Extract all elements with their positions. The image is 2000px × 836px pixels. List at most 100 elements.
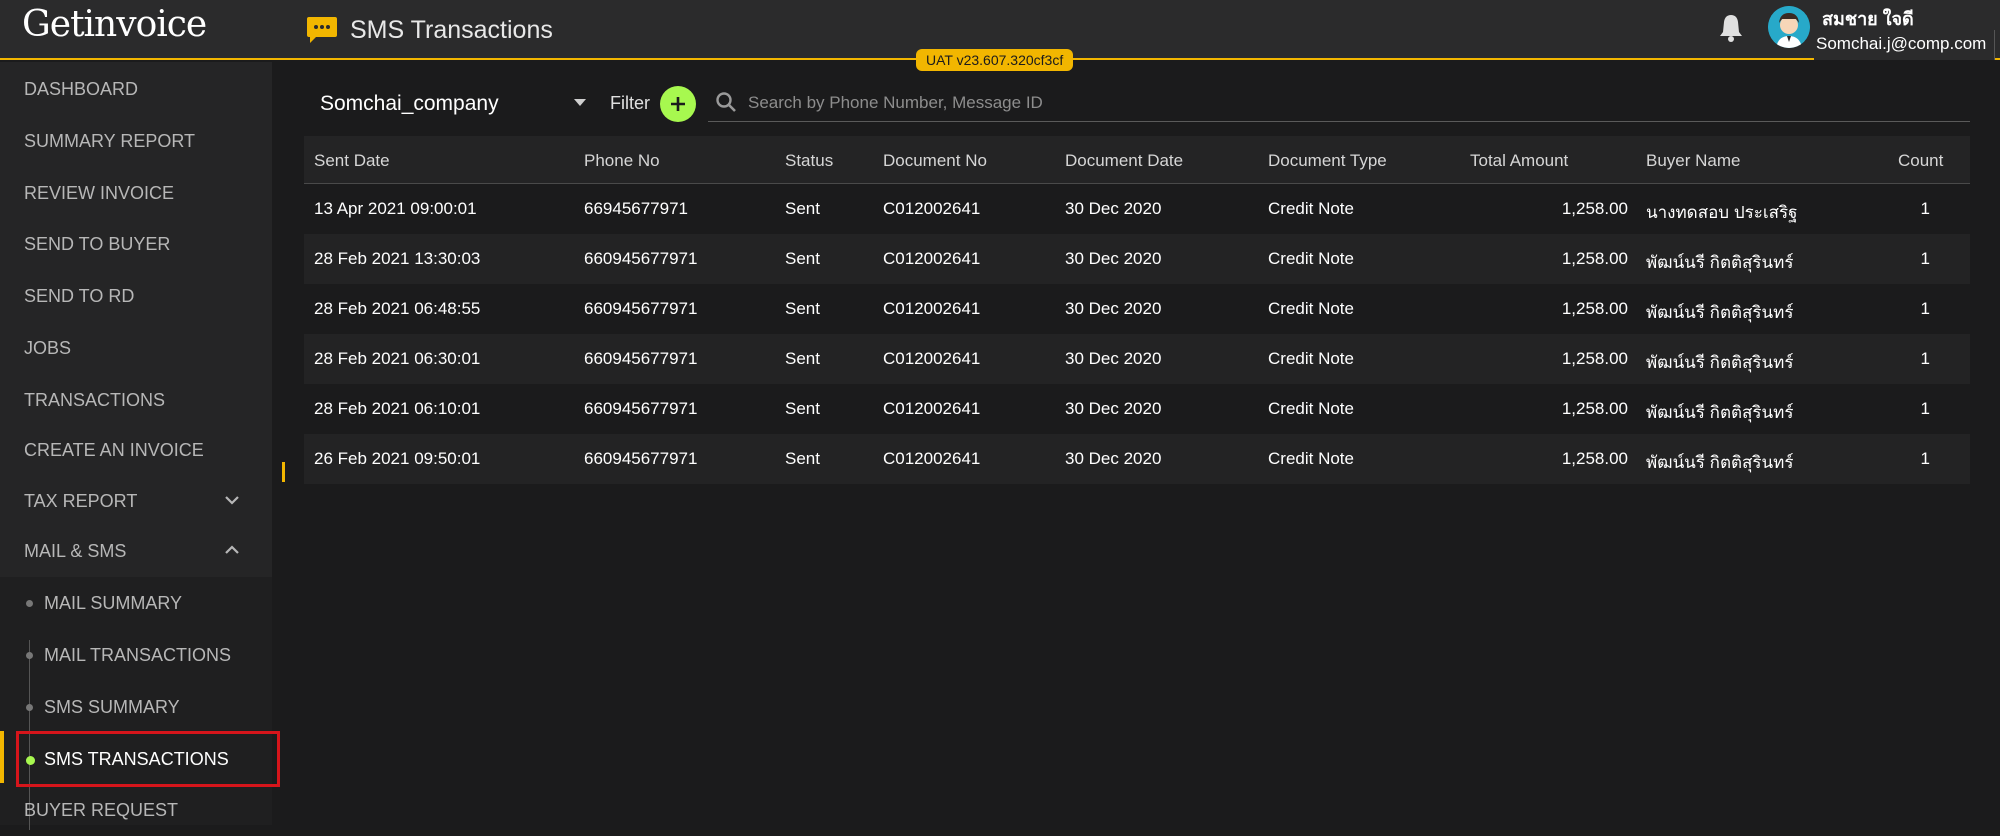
- table-row[interactable]: 28 Feb 2021 06:30:01 660945677971 Sent C012…: [304, 334, 1970, 384]
- cell-status: Sent: [785, 199, 820, 218]
- sidebar-item-dashboard[interactable]: DASHBOARD: [0, 63, 272, 115]
- sidebar-item-mail-summary[interactable]: MAIL SUMMARY: [0, 577, 272, 629]
- cell-phone-no: 660945677971: [584, 249, 698, 268]
- cell-count: 1: [1920, 299, 1930, 318]
- filter-label: Filter: [610, 93, 650, 113]
- cell-buyer-name: พัฒน์นรี กิตติสุรินทร์: [1646, 303, 1794, 322]
- bullet-icon: [26, 600, 33, 607]
- cell-document-type: Credit Note: [1268, 399, 1354, 418]
- search-input[interactable]: [748, 88, 1948, 118]
- cell-count: 1: [1920, 199, 1930, 218]
- cell-document-date: 30 Dec 2020: [1065, 299, 1162, 318]
- sidebar-item-transactions[interactable]: TRANSACTIONS: [0, 374, 272, 426]
- page-title: SMS Transactions: [350, 15, 553, 44]
- environment-badge: UAT v23.607.320cf3cf: [916, 49, 1074, 71]
- cell-count: 1: [1920, 249, 1930, 268]
- sidebar-item-label: SMS SUMMARY: [44, 696, 180, 717]
- sidebar-item-label: CREATE AN INVOICE: [24, 439, 204, 460]
- sidebar-item-send-to-buyer[interactable]: SEND TO BUYER: [0, 218, 272, 270]
- sidebar-item-tax-report[interactable]: TAX REPORT: [0, 475, 272, 527]
- scroll-marker[interactable]: [282, 462, 285, 482]
- table-row[interactable]: 26 Feb 2021 09:50:01 660945677971 Sent C012…: [304, 434, 1970, 484]
- table-row[interactable]: 28 Feb 2021 13:30:03 660945677971 Sent C012…: [304, 234, 1970, 284]
- cell-phone-no: 660945677971: [584, 449, 698, 468]
- cell-document-no: C012002641: [883, 349, 981, 368]
- sidebar-item-label: SEND TO BUYER: [24, 233, 171, 254]
- cell-document-date: 30 Dec 2020: [1065, 449, 1162, 468]
- cell-total-amount: 1,258.00: [1561, 299, 1628, 318]
- sidebar: DASHBOARD SUMMARY REPORT REVIEW INVOICE …: [0, 62, 280, 830]
- table-row[interactable]: 28 Feb 2021 06:10:01 660945677971 Sent C012…: [304, 384, 1970, 434]
- app-logo[interactable]: Getinvoice: [22, 4, 207, 45]
- search-icon: [716, 92, 736, 112]
- cell-total-amount: 1,258.00: [1561, 399, 1628, 418]
- cell-document-type: Credit Note: [1268, 449, 1354, 468]
- cell-count: 1: [1920, 449, 1930, 468]
- column-header-total-amount[interactable]: Total Amount: [1470, 151, 1568, 171]
- sidebar-item-label: TAX REPORT: [24, 490, 138, 511]
- sidebar-item-summary-report[interactable]: SUMMARY REPORT: [0, 115, 272, 167]
- cell-phone-no: 66945677971: [584, 199, 689, 218]
- cell-total-amount: 1,258.00: [1561, 349, 1628, 368]
- sidebar-item-sms-summary[interactable]: SMS SUMMARY: [0, 681, 272, 733]
- sidebar-item-send-to-rd[interactable]: SEND TO RD: [0, 270, 272, 322]
- sidebar-item-create-invoice[interactable]: CREATE AN INVOICE: [0, 424, 272, 476]
- column-header-count[interactable]: Count: [1898, 151, 1943, 171]
- cell-sent-date: 28 Feb 2021 06:30:01: [314, 349, 481, 368]
- avatar[interactable]: [1768, 6, 1810, 48]
- column-header-document-type[interactable]: Document Type: [1268, 151, 1387, 171]
- dropdown-caret-icon[interactable]: [574, 99, 586, 106]
- column-header-document-date[interactable]: Document Date: [1065, 151, 1183, 171]
- column-header-buyer-name[interactable]: Buyer Name: [1646, 151, 1740, 171]
- sidebar-item-label: MAIL & SMS: [24, 540, 127, 561]
- cell-document-date: 30 Dec 2020: [1065, 349, 1162, 368]
- user-avatar-icon: [1768, 6, 1810, 48]
- company-select[interactable]: Somchai_company: [320, 86, 590, 122]
- table-body: 13 Apr 2021 09:00:01 66945677971 Sent C0120…: [304, 184, 1970, 484]
- bell-icon[interactable]: [1716, 12, 1746, 44]
- cell-document-no: C012002641: [883, 449, 981, 468]
- cell-count: 1: [1920, 399, 1930, 418]
- cell-sent-date: 26 Feb 2021 09:50:01: [314, 449, 481, 468]
- sidebar-item-mail-transactions[interactable]: MAIL TRANSACTIONS: [0, 629, 272, 681]
- cell-status: Sent: [785, 299, 820, 318]
- cell-count: 1: [1920, 349, 1930, 368]
- cell-total-amount: 1,258.00: [1561, 449, 1628, 468]
- sidebar-item-label: BUYER REQUEST: [24, 799, 179, 820]
- cell-sent-date: 28 Feb 2021 06:10:01: [314, 399, 481, 418]
- sidebar-item-buyer-request[interactable]: BUYER REQUEST: [0, 784, 272, 836]
- search-bar: [708, 84, 1970, 122]
- table-row[interactable]: 13 Apr 2021 09:00:01 66945677971 Sent C0120…: [304, 184, 1970, 234]
- user-email: Somchai.j@comp.com: [1814, 30, 1996, 60]
- cell-document-no: C012002641: [883, 249, 981, 268]
- chevron-down-icon[interactable]: [223, 491, 241, 509]
- cell-document-no: C012002641: [883, 399, 981, 418]
- add-filter-button[interactable]: [660, 86, 696, 122]
- cell-buyer-name: พัฒน์นรี กิตติสุรินทร์: [1646, 453, 1794, 472]
- chevron-up-icon[interactable]: [223, 541, 241, 559]
- cell-phone-no: 660945677971: [584, 349, 698, 368]
- column-header-sent-date[interactable]: Sent Date: [314, 151, 390, 171]
- table-row[interactable]: 28 Feb 2021 06:48:55 660945677971 Sent C012…: [304, 284, 1970, 334]
- column-header-document-no[interactable]: Document No: [883, 151, 987, 171]
- column-header-status[interactable]: Status: [785, 151, 833, 171]
- company-select-value: Somchai_company: [320, 92, 499, 115]
- cell-phone-no: 660945677971: [584, 299, 698, 318]
- cell-document-date: 30 Dec 2020: [1065, 399, 1162, 418]
- column-header-phone-no[interactable]: Phone No: [584, 151, 660, 171]
- sidebar-item-label: MAIL TRANSACTIONS: [44, 644, 232, 665]
- cell-document-type: Credit Note: [1268, 249, 1354, 268]
- page-header: SMS Transactions: [306, 12, 553, 48]
- sidebar-item-label: MAIL SUMMARY: [44, 592, 183, 613]
- sidebar-item-mail-sms[interactable]: MAIL & SMS: [0, 525, 272, 577]
- cell-document-date: 30 Dec 2020: [1065, 249, 1162, 268]
- sidebar-item-label: REVIEW INVOICE: [24, 182, 175, 203]
- sidebar-item-review-invoice[interactable]: REVIEW INVOICE: [0, 167, 272, 219]
- cell-sent-date: 28 Feb 2021 13:30:03: [314, 249, 481, 268]
- cell-buyer-name: พัฒน์นรี กิตติสุรินทร์: [1646, 353, 1794, 372]
- table-header: Sent Date Phone No Status Document No Do…: [304, 136, 1970, 184]
- cell-document-type: Credit Note: [1268, 199, 1354, 218]
- sidebar-item-label: DASHBOARD: [24, 78, 139, 99]
- cell-status: Sent: [785, 449, 820, 468]
- sidebar-item-jobs[interactable]: JOBS: [0, 322, 272, 374]
